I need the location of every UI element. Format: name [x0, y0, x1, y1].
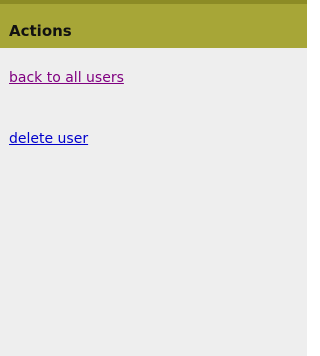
panel-header: Actions: [0, 0, 307, 48]
back-to-all-users-link[interactable]: back to all users: [9, 70, 124, 87]
panel-title: Actions: [9, 22, 72, 40]
actions-panel: Actions back to all users delete user: [0, 0, 307, 356]
delete-user-link[interactable]: delete user: [9, 131, 88, 148]
